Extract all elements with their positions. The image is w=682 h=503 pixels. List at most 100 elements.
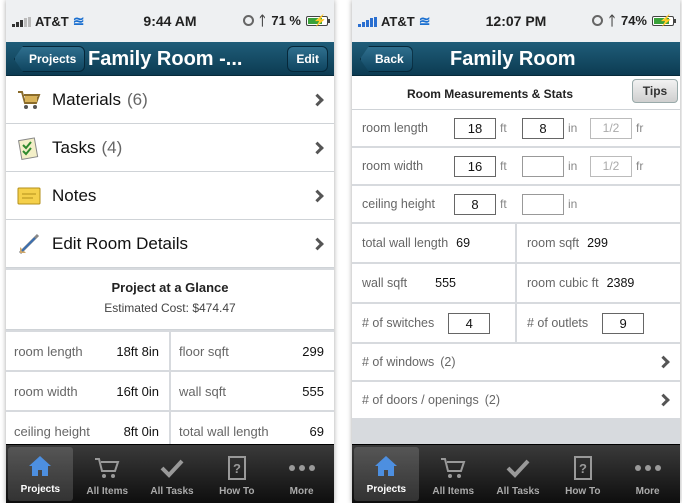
back-button[interactable]: Back [360,46,413,72]
tab-label: Projects [20,484,61,495]
stats-row: # of switches 4 # of outlets 9 [352,304,680,344]
stats-row: total wall length 69 room sqft 299 [352,224,680,264]
stats-row: wall sqft 555 room cubic ft 2389 [352,264,680,304]
tab-all-items[interactable]: All Items [75,445,140,503]
tab-label: More [635,486,660,497]
feet-input[interactable]: 16 [454,155,496,177]
row-label: # of doors / openings [362,393,479,407]
stat-value: 69 [309,423,324,439]
stat-label: floor sqft [179,343,229,359]
stat-value: 18ft 8in [116,343,159,359]
tab-bar: Projects All Items All Tasks ? How To Mo… [6,444,334,503]
stat-cell: room length 18ft 8in [6,332,169,370]
chevron-right-icon [657,355,670,369]
left-screen: AT&T ≊ 9:44 AM ᛏ 71 % ⚡ Projects Family … [6,0,334,503]
tab-all-items[interactable]: All Items [421,445,486,503]
measurement-label: room length [362,121,429,135]
stat-label: room length [14,343,83,359]
house-icon [371,452,401,480]
glance-title: Project at a Glance [111,280,229,295]
battery-percent: 71 % [271,13,301,28]
measurement-row-length: room length 18 ft 8 in 1/2 fr [352,110,680,148]
unit-label: ft [500,121,507,135]
rotation-lock-icon [242,15,254,26]
feet-input[interactable]: 18 [454,117,496,139]
inches-input[interactable]: 8 [522,117,564,139]
stat-cell: floor sqft 299 [171,332,334,370]
measurements-content: Room Measurements & Stats Tips room leng… [352,76,680,444]
nav-bar: Projects Family Room -... Edit [6,42,334,76]
tab-label: Projects [366,484,407,495]
page-title: Family Room [450,48,576,70]
feet-input[interactable]: 8 [454,193,496,215]
tab-how-to[interactable]: ? How To [204,445,269,503]
stat-value: 16ft 0in [116,383,159,399]
battery-percent: 74% [620,13,647,28]
fraction-input[interactable]: 1/2 [590,155,632,177]
stat-value: 8ft 0in [123,423,159,439]
windows-row[interactable]: # of windows (2) [352,344,680,382]
tab-all-tasks[interactable]: All Tasks [486,445,551,503]
stat-label: room cubic ft [527,276,599,290]
stat-cell: ceiling height 8ft 0in [6,412,169,444]
inches-input[interactable] [522,155,564,177]
measurement-row-width: room width 16 ft in 1/2 fr [352,148,680,186]
page-title: Family Room -... [88,48,243,70]
outlets-input[interactable]: 9 [602,312,645,334]
inches-input[interactable] [522,193,564,215]
stat-label: total wall length [362,236,449,250]
tab-label: All Items [86,486,129,497]
unit-label: fr [636,121,644,135]
unit-label: fr [636,159,644,173]
shopping-cart-icon [16,87,42,113]
stat-label: room sqft [527,236,580,250]
tips-button[interactable]: Tips [632,79,678,103]
tab-bar: Projects All Items All Tasks ? How To Mo… [352,444,680,503]
section-title: Room Measurements & Stats [406,87,574,101]
help-book-icon: ? [568,454,598,482]
tab-all-tasks[interactable]: All Tasks [140,445,205,503]
ruler-pencil-icon [16,231,42,257]
menu-item-count: (4) [101,137,123,157]
stat-value: 69 [456,236,471,250]
tab-label: How To [219,486,255,497]
tab-label: All Tasks [496,486,540,497]
tab-label: More [289,486,314,497]
tab-more[interactable]: More [615,445,680,503]
menu-item-tasks[interactable]: Tasks (4) [6,124,334,172]
stat-cell: room width 16ft 0in [6,372,169,410]
stat-label: total wall length [179,423,269,439]
chevron-right-icon [311,189,324,202]
edit-button[interactable]: Edit [287,46,328,72]
menu-item-edit-room-details[interactable]: Edit Room Details [6,220,334,268]
tab-label: All Tasks [150,486,194,497]
unit-label: in [568,121,578,135]
row-label: # of windows [362,355,435,369]
measurement-label: room width [362,159,424,173]
menu-item-materials[interactable]: Materials (6) [6,76,334,124]
doors-row[interactable]: # of doors / openings (2) [352,382,680,420]
menu-item-notes[interactable]: Notes [6,172,334,220]
tab-projects[interactable]: Projects [354,447,419,501]
row-count: (2) [440,355,456,369]
stat-value: 299 [587,236,608,250]
stat-cell: room cubic ft 2389 [517,264,680,302]
menu-item-label: Notes [52,185,97,205]
stat-cell: total wall length 69 [352,224,515,262]
outlets-cell: # of outlets 9 [517,304,680,342]
fraction-input[interactable]: 1/2 [590,117,632,139]
tab-projects[interactable]: Projects [8,447,73,501]
measurement-row-ceiling: ceiling height 8 ft in [352,186,680,224]
help-book-icon: ? [222,454,252,482]
cart-icon [438,454,468,482]
section-header: Room Measurements & Stats Tips [352,76,680,110]
projects-back-button[interactable]: Projects [14,46,86,72]
bluetooth-icon: ᛏ [608,13,616,28]
menu-item-label: Materials [52,89,121,109]
house-icon [25,452,55,480]
menu-item-label: Tasks [52,137,96,157]
more-dots-icon [287,454,317,482]
tab-more[interactable]: More [269,445,334,503]
tab-how-to[interactable]: ? How To [550,445,615,503]
switches-input[interactable]: 4 [448,312,491,334]
